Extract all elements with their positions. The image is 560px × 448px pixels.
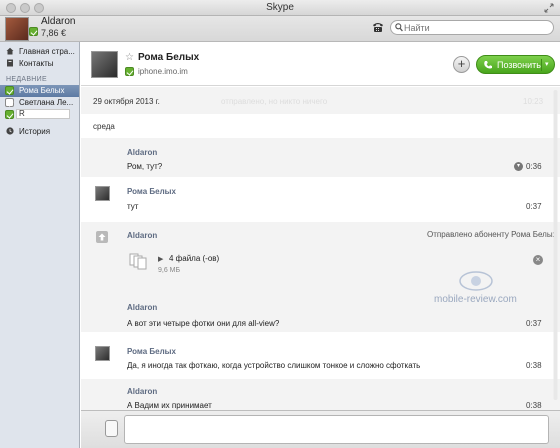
message-item[interactable]: Aldaron А Вадим их принимает 0:38 [81,379,560,410]
message-time: 0:37 [526,202,542,211]
online-status-icon [5,110,14,119]
contact-name[interactable]: Рома Белых [138,52,199,63]
upload-icon [96,231,108,243]
scrollbar[interactable] [553,90,558,400]
message-time: 0:38 [526,401,542,410]
online-status-icon [125,67,134,76]
watermark-logo [456,267,496,295]
search-input[interactable] [404,22,549,33]
profile-name[interactable]: Aldaron [41,16,75,27]
sidebar-item-home[interactable]: Главная стра... [0,46,79,58]
favorite-star-icon[interactable]: ☆ [125,52,134,63]
message-author: Рома Белых [127,347,176,356]
date-label: 29 октября 2013 г. [93,97,160,106]
compose-bar [81,410,560,448]
message-item[interactable]: Aldaron Ром, тут? ▾ 0:36 [81,138,560,177]
sidebar-item-label: Светлана Ле... [19,98,74,107]
sidebar-item-roma-belykh[interactable]: Рома Белых [0,85,79,97]
message-author: Aldaron [127,303,158,312]
message-text: Да, я иногда так фоткаю, когда устройств… [127,361,421,370]
message-text: Ром, тут? [127,162,163,171]
contact-avatar[interactable] [91,51,118,78]
message-input[interactable] [124,415,549,444]
clock-icon [6,127,14,135]
sidebar-item-history[interactable]: История [0,126,79,138]
search-icon [395,23,403,34]
call-button[interactable]: Позвонить ▾ [476,55,555,74]
sidebar-item-label: История [19,127,51,136]
chevron-down-icon[interactable]: ▾ [545,60,549,68]
contacts-icon [6,59,14,67]
date-separator: 29 октября 2013 г. отправлено, но никто … [81,87,560,114]
message-list[interactable]: 29 октября 2013 г. отправлено, но никто … [81,87,560,410]
title-bar: Skype [0,0,560,16]
day-separator: среда [81,115,560,137]
message-time: 0:38 [526,361,542,370]
day-label: среда [93,122,115,131]
add-participant-button[interactable]: + [453,56,470,73]
recent-heading: НЕДАВНИЕ [6,76,47,83]
expand-icon[interactable]: ▶ [158,255,163,263]
conversation-header: ☆ Рома Белых iphone.imo.im + Позвонить ▾ [81,42,560,86]
file-size: 9,6 МБ [158,267,181,274]
rename-field[interactable]: R [16,109,70,119]
search-box[interactable] [390,20,554,35]
author-avatar[interactable] [95,186,110,201]
home-icon [6,47,14,55]
transfer-status: Отправлено абоненту Рома Белых [427,230,557,239]
faded-time: 10:23 [523,97,544,106]
message-author: Aldaron [127,148,158,157]
phone-icon [483,60,493,72]
files-icon [129,252,151,270]
dial-pad-icon[interactable] [371,20,385,34]
faded-message-text: отправлено, но никто ничего [221,97,328,106]
message-text: А вот эти четыре фотки они для all-view? [127,319,280,328]
message-text: тут [127,202,139,211]
file-name[interactable]: 4 файла (-ов) [169,254,219,263]
message-options-icon[interactable]: ▾ [514,162,523,171]
skype-credit: 7,86 € [41,28,67,38]
contact-subtitle: iphone.imo.im [138,67,188,76]
cancel-transfer-icon[interactable]: × [533,255,543,265]
message-time: 0:36 [526,162,542,171]
call-button-label: Позвонить [497,60,541,70]
fullscreen-icon[interactable] [544,3,554,13]
online-status-icon[interactable] [29,27,38,36]
sidebar-item-label: Главная стра... [19,47,75,56]
online-status-icon [5,86,14,95]
message-author: Aldaron [127,387,158,396]
window-title: Skype [266,2,294,13]
sidebar-item-label: Контакты [19,59,54,68]
message-time: 0:37 [526,319,542,328]
sidebar-item-contacts[interactable]: Контакты [0,58,79,70]
watermark-text: mobile-review.com [434,294,517,305]
message-item[interactable]: Рома Белых тут 0:37 [81,177,560,215]
message-author: Aldaron [127,231,158,240]
message-text: А Вадим их принимает [127,401,212,410]
author-avatar[interactable] [95,346,110,361]
offline-status-icon [5,98,14,107]
divider [541,59,542,71]
profile-avatar[interactable] [5,17,29,41]
message-item[interactable]: Рома Белых Да, я иногда так фоткаю, когд… [81,339,560,377]
message-author: Рома Белых [127,187,176,196]
sidebar-item-svetlana[interactable]: Светлана Ле... [0,97,79,109]
sidebar-item-label: Рома Белых [19,86,65,95]
device-icon[interactable] [105,420,118,437]
